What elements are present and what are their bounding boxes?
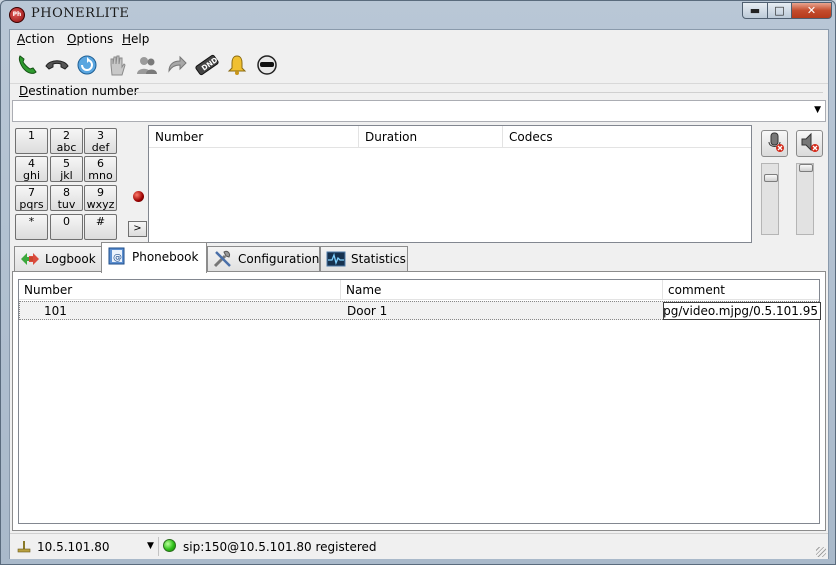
menu-help[interactable]: Help — [122, 32, 149, 46]
keypad-key-4[interactable]: 4 ghi — [15, 156, 48, 182]
keypad-key-hash[interactable]: # — [84, 214, 117, 240]
keypad-key-letters: abc — [56, 141, 77, 154]
keypad-key-star[interactable]: * — [15, 214, 48, 240]
destination-number-combo[interactable]: ▼ — [12, 100, 826, 122]
keypad-key-letters: tuv — [57, 198, 76, 211]
destination-divider — [135, 92, 823, 93]
microphone-icon — [768, 132, 784, 152]
phonebook-column-number[interactable]: Number — [19, 280, 341, 300]
send-dtmf-button[interactable]: > — [128, 221, 147, 237]
keypad-key-2[interactable]: 2 abc — [50, 128, 83, 154]
keypad-key-digit: 1 — [28, 129, 35, 142]
phonebook-panel: Number Name comment 101 Door 1 0.5.101.9… — [12, 271, 826, 531]
toolbar: DND — [10, 50, 828, 84]
client-area: Action Options Help DND Destination numb… — [9, 29, 829, 559]
logbook-icon — [19, 249, 41, 269]
maximize-button[interactable]: □ — [767, 2, 792, 19]
tab-strip: Logbook @ Phonebook Configuration Statis… — [10, 242, 828, 273]
tab-statistics[interactable]: Statistics — [320, 246, 408, 272]
microphone-mute-button[interactable] — [761, 130, 788, 157]
tab-configuration-label: Configuration — [238, 252, 320, 266]
speaker-volume-thumb[interactable] — [799, 164, 813, 172]
bell-icon[interactable] — [224, 53, 250, 79]
svg-text:@: @ — [113, 253, 122, 263]
status-bar: 10.5.101.80 ▼ sip:150@10.5.101.80 regist… — [10, 533, 828, 559]
redial-icon[interactable] — [74, 53, 100, 79]
keypad-key-digit: * — [28, 215, 35, 228]
registered-status-icon — [163, 539, 176, 552]
phonebook-column-comment[interactable]: comment — [663, 280, 819, 300]
keypad-key-5[interactable]: 5 jkl — [50, 156, 83, 182]
call-icon[interactable] — [14, 53, 40, 79]
microphone-volume-slider[interactable] — [761, 163, 779, 235]
calls-column-codecs[interactable]: Codecs — [503, 126, 751, 148]
table-row[interactable]: 101 Door 1 0.5.101.95/mjpg/video.mjpg — [19, 301, 821, 320]
keypad-key-8[interactable]: 8 tuv — [50, 185, 83, 211]
close-button[interactable]: ✕ — [791, 2, 832, 19]
calls-column-duration[interactable]: Duration — [359, 126, 503, 148]
keypad-key-letters: def — [91, 141, 110, 154]
app-logo-icon: Ph — [9, 7, 25, 23]
speaker-icon — [801, 132, 819, 152]
keypad-key-1[interactable]: 1 — [15, 128, 48, 154]
hangup-icon[interactable] — [44, 53, 70, 79]
conference-icon[interactable] — [134, 53, 160, 79]
statistics-icon — [325, 249, 347, 269]
comment-edit-field[interactable]: 0.5.101.95/mjpg/video.mjpg — [663, 302, 821, 320]
speaker-mute-button[interactable] — [796, 130, 823, 157]
tab-logbook[interactable]: Logbook — [14, 246, 102, 272]
keypad-key-0[interactable]: 0 — [50, 214, 83, 240]
chevron-down-icon[interactable]: ▼ — [147, 541, 154, 551]
keypad-key-6[interactable]: 6 mno — [84, 156, 117, 182]
network-icon — [17, 540, 31, 557]
microphone-volume-thumb[interactable] — [764, 174, 778, 182]
local-ip: 10.5.101.80 — [37, 540, 110, 554]
tab-phonebook[interactable]: @ Phonebook — [101, 242, 207, 273]
window-title: PHONERLITE — [31, 6, 130, 21]
tools-icon — [212, 249, 234, 269]
keypad-key-7[interactable]: 7 pqrs — [15, 185, 48, 211]
keypad: > 1 2 abc 3 def 4 ghi 5 jkl 6 mno 7 pqrs 8 tuv 9 wxyz * 0 # — [15, 128, 147, 242]
tab-phonebook-label: Phonebook — [132, 250, 199, 264]
tab-logbook-label: Logbook — [45, 252, 96, 266]
row-number: 101 — [44, 304, 67, 318]
registration-status: sip:150@10.5.101.80 registered — [183, 540, 377, 554]
menu-options[interactable]: Options — [67, 32, 113, 46]
dnd-tag-icon[interactable]: DND — [194, 53, 220, 79]
mute-icon[interactable] — [254, 53, 280, 79]
menu-action[interactable]: Action — [17, 32, 55, 46]
row-name: Door 1 — [347, 304, 388, 318]
phonebook-table[interactable]: Number Name comment 101 Door 1 0.5.101.9… — [18, 279, 821, 524]
status-led-icon — [133, 191, 144, 202]
phonebook-icon: @ — [106, 246, 128, 266]
dnd-tag-text: DND — [200, 56, 219, 73]
hold-icon[interactable] — [104, 53, 130, 79]
tab-configuration[interactable]: Configuration — [207, 246, 320, 272]
keypad-key-letters: pqrs — [19, 198, 44, 211]
keypad-key-letters: wxyz — [86, 198, 115, 211]
title-bar[interactable]: Ph PHONERLITE ▬ □ ✕ — [1, 1, 835, 29]
keypad-key-letters: jkl — [60, 169, 73, 182]
phonebook-column-name[interactable]: Name — [341, 280, 663, 300]
minimize-button[interactable]: ▬ — [742, 2, 768, 19]
status-divider — [158, 537, 159, 556]
keypad-key-digit: 0 — [63, 215, 70, 228]
transfer-icon[interactable] — [164, 53, 190, 79]
app-window: Ph PHONERLITE ▬ □ ✕ Action Options Help — [0, 0, 836, 565]
resize-grip[interactable] — [816, 547, 826, 557]
calls-list[interactable]: Number Duration Codecs — [148, 125, 752, 243]
keypad-key-digit: # — [95, 215, 106, 228]
speaker-volume-slider[interactable] — [796, 163, 814, 235]
keypad-key-9[interactable]: 9 wxyz — [84, 185, 117, 211]
menu-bar: Action Options Help — [10, 30, 828, 50]
chevron-down-icon[interactable]: ▼ — [814, 105, 821, 115]
tab-statistics-label: Statistics — [351, 252, 406, 266]
keypad-key-3[interactable]: 3 def — [84, 128, 117, 154]
destination-label: Destination number — [19, 84, 139, 98]
keypad-key-letters: ghi — [22, 169, 40, 182]
keypad-key-letters: mno — [88, 169, 113, 182]
calls-column-number[interactable]: Number — [149, 126, 359, 148]
